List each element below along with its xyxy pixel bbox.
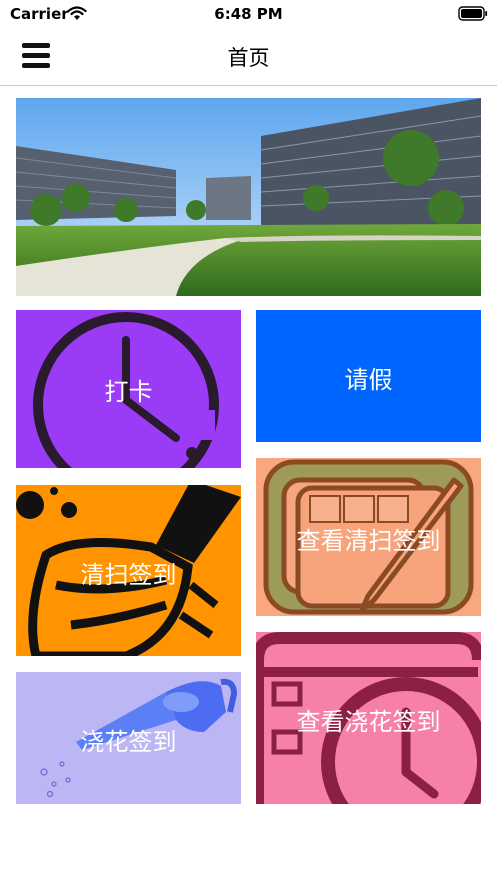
navigation-bar: 首页 <box>0 30 497 86</box>
cleaning-checkin-label: 清扫签到 <box>80 561 177 589</box>
clock-in-tile[interactable]: 打卡 <box>16 310 241 468</box>
clock-in-label: 打卡 <box>104 378 153 406</box>
leave-request-tile[interactable]: 请假 <box>256 310 481 442</box>
watering-checkin-tile[interactable]: 浇花签到 <box>16 672 241 804</box>
view-cleaning-checkin-tile[interactable]: 查看清扫签到 <box>256 458 481 616</box>
campus-banner-image <box>16 98 481 296</box>
leave-request-label: 请假 <box>344 366 393 394</box>
status-bar: Carrier 6:48 PM <box>0 0 497 30</box>
page-title: 首页 <box>227 46 270 70</box>
cleaning-checkin-tile[interactable]: 清扫签到 <box>16 485 241 656</box>
view-cleaning-checkin-label: 查看清扫签到 <box>296 527 441 555</box>
battery-icon <box>458 6 488 21</box>
view-watering-checkin-label: 查看浇花签到 <box>296 708 441 736</box>
watering-checkin-label: 浇花签到 <box>80 728 177 756</box>
clock-time: 6:48 PM <box>214 5 283 23</box>
view-watering-checkin-tile[interactable]: 查看浇花签到 <box>256 632 481 804</box>
